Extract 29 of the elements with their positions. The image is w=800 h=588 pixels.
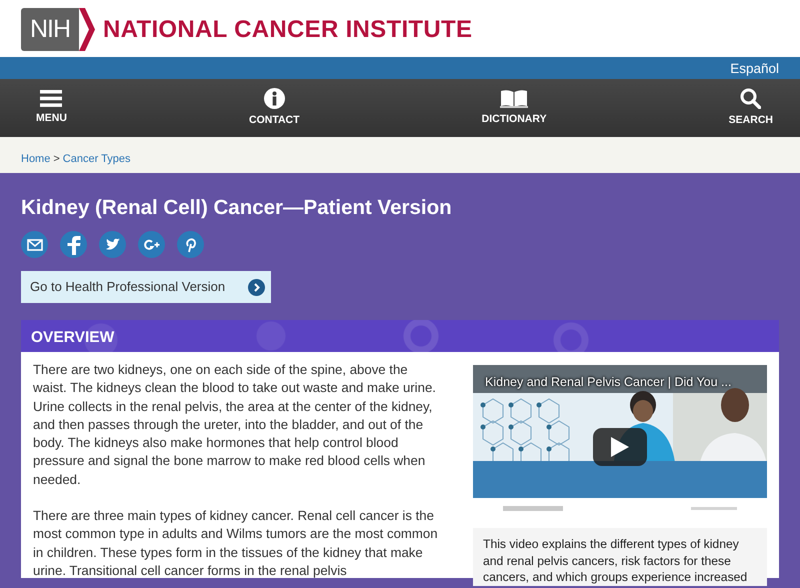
menu-icon	[40, 90, 62, 107]
twitter-share-button[interactable]	[99, 231, 126, 258]
breadcrumb-separator: >	[53, 153, 60, 165]
googleplus-share-button[interactable]	[138, 231, 165, 258]
breadcrumb-link[interactable]: Home	[21, 153, 50, 165]
logo-badge: NIH	[21, 8, 79, 51]
paragraph: There are three main types of kidney cancer. Renal cell cancer is the most common type in adults and Wilms tumors are the most common in children. These types form in the tissues of the kidney that make urine. Transitional cell cancer forms in the renal pelvis	[33, 507, 439, 580]
video-caption: This video explains the different types of kidney and renal pelvis cancers, risk factors for these cancers, and which groups experience increased	[473, 528, 767, 586]
page-title: Kidney (Renal Cell) Cancer—Patient Version	[21, 195, 453, 221]
search-button[interactable]: SEARCH	[722, 79, 779, 137]
info-icon	[264, 88, 285, 109]
health-professional-link[interactable]: Go to Health Professional Version	[21, 271, 271, 303]
menu-button[interactable]: MENU	[30, 79, 73, 137]
arrow-circle-icon	[248, 278, 265, 296]
email-share-button[interactable]	[21, 231, 48, 258]
language-link[interactable]: Español	[730, 61, 779, 76]
play-button[interactable]	[593, 428, 647, 466]
play-icon	[611, 437, 629, 457]
section-header: OVERVIEW	[21, 320, 779, 352]
pinterest-share-button[interactable]	[177, 231, 204, 258]
paragraph: There are two kidneys, one on each side of the spine, above the waist. The kidneys clean the blood to take out waste and make urine. Urine collects in the renal pelvis, the area at the center of the kidney, and then passes through the ureter, into the bladder, and out of the body. The kidneys also make hormones that help control blood pressure and signal the bone marrow to make red blood cells when needed.	[33, 361, 437, 489]
breadcrumb-link[interactable]: Cancer Types	[62, 153, 130, 165]
search-icon	[740, 88, 762, 109]
book-icon	[500, 88, 528, 108]
contact-button[interactable]: CONTACT	[243, 79, 306, 137]
chevron-icon	[79, 8, 95, 51]
site-name: NATIONAL CANCER INSTITUTE	[103, 14, 472, 44]
facebook-share-button[interactable]	[60, 231, 87, 258]
dictionary-button[interactable]: DICTIONARY	[476, 79, 553, 137]
